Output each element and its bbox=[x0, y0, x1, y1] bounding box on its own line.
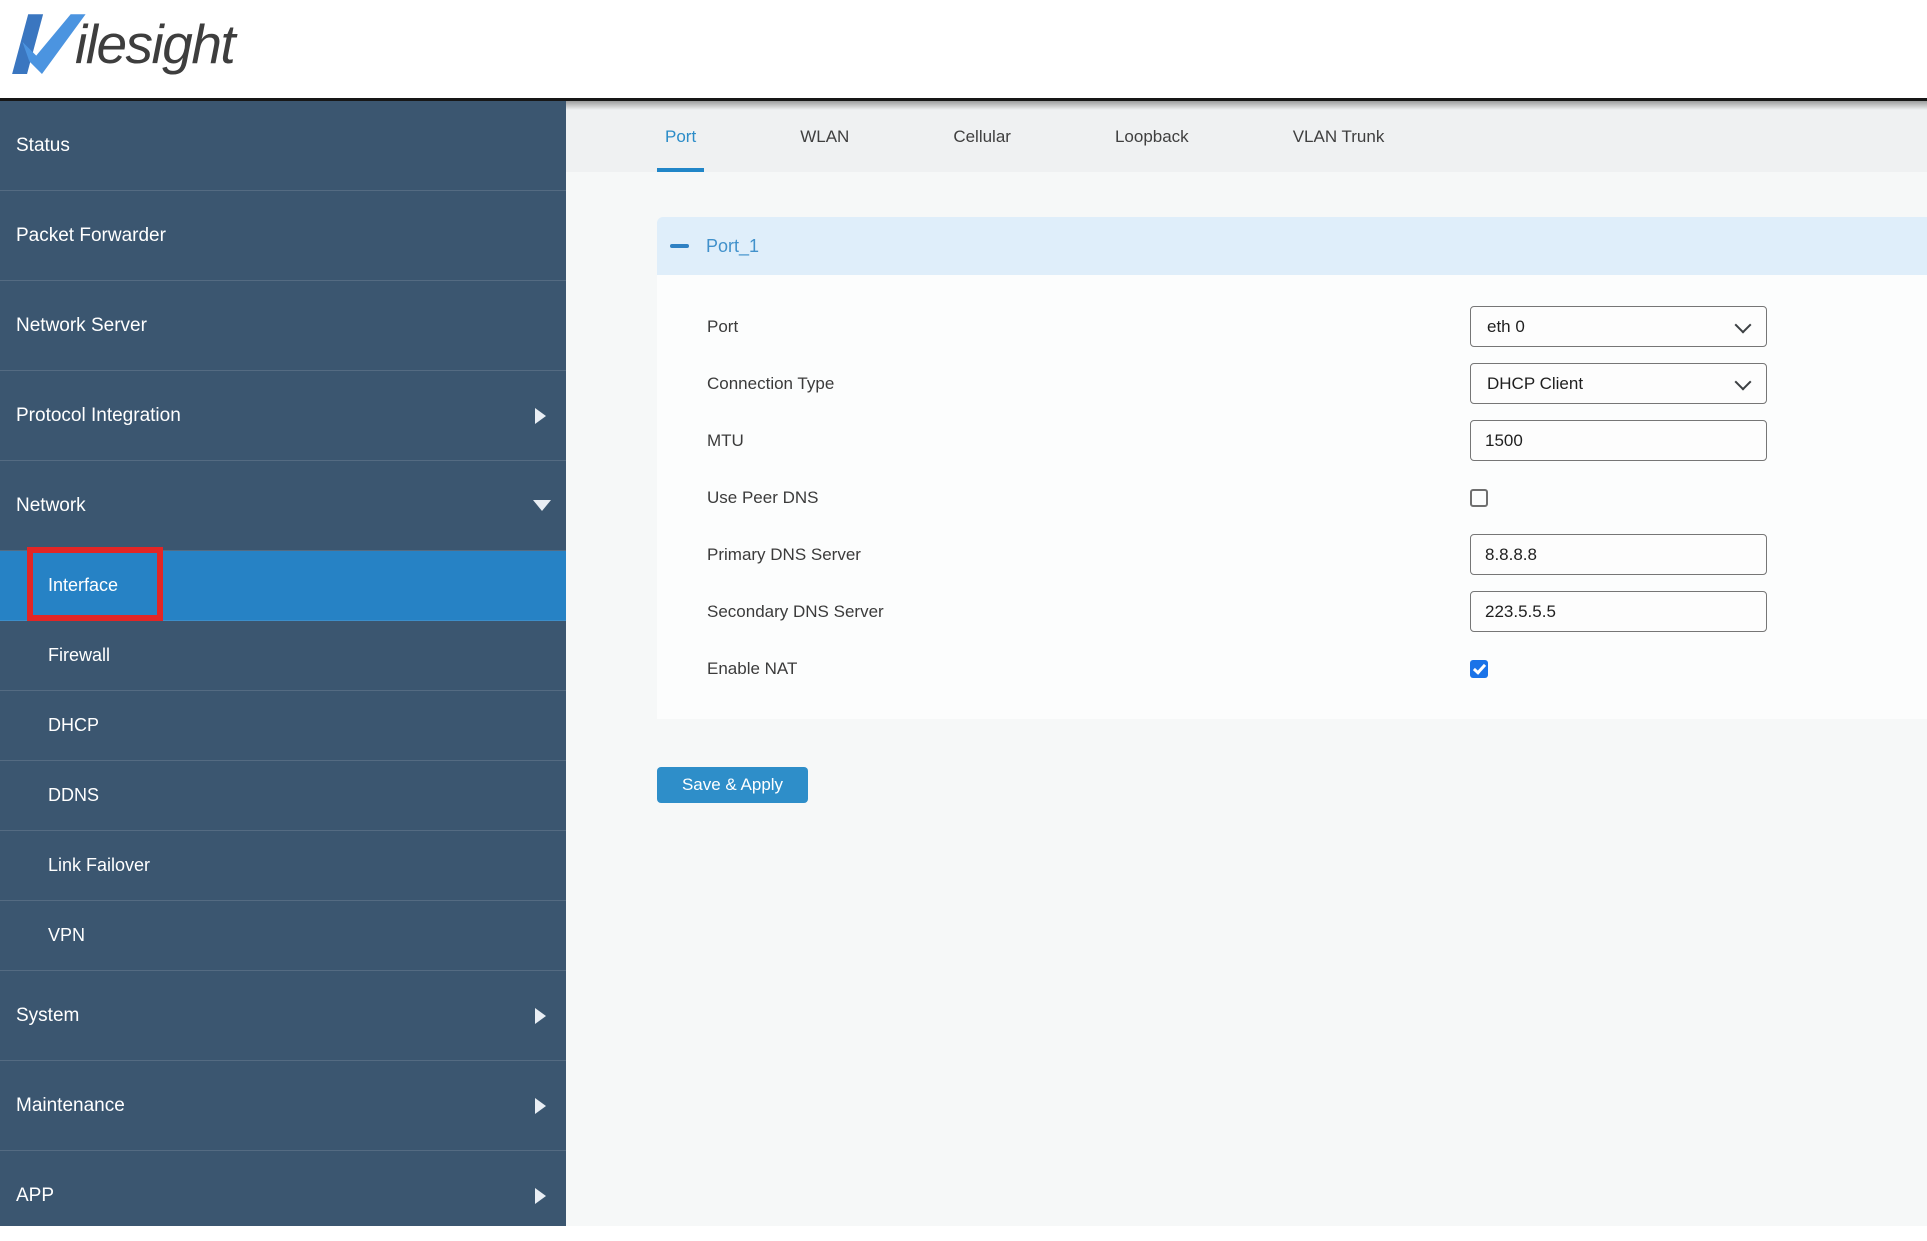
form-row-primary-dns: Primary DNS Server bbox=[657, 526, 1927, 583]
panel-title: Port_1 bbox=[706, 235, 760, 256]
sidebar-item-link-failover[interactable]: Link Failover bbox=[0, 831, 566, 901]
tab-port[interactable]: Port bbox=[639, 101, 722, 172]
sidebar-item-label: System bbox=[16, 1004, 80, 1026]
save-apply-button[interactable]: Save & Apply bbox=[657, 767, 808, 803]
enable-nat-checkbox[interactable] bbox=[1470, 659, 1488, 678]
port-select[interactable]: eth 0 bbox=[1470, 306, 1767, 347]
connection-type-select-value: DHCP Client bbox=[1487, 373, 1584, 393]
primary-dns-label: Primary DNS Server bbox=[707, 544, 861, 564]
form-row-port: Port eth 0 bbox=[657, 298, 1927, 355]
sidebar-item-label: VPN bbox=[48, 925, 86, 945]
sidebar-item-label: Interface bbox=[48, 575, 119, 595]
connection-type-select[interactable]: DHCP Client bbox=[1470, 363, 1767, 404]
tab-wlan[interactable]: WLAN bbox=[774, 101, 875, 172]
header-shadow bbox=[566, 101, 1927, 110]
sidebar-item-label: Packet Forwarder bbox=[16, 224, 166, 246]
enable-nat-label: Enable NAT bbox=[707, 658, 798, 678]
sidebar-item-label: APP bbox=[16, 1184, 55, 1206]
secondary-dns-input[interactable] bbox=[1470, 591, 1767, 632]
tab-label: Cellular bbox=[953, 126, 1011, 146]
sidebar-item-system[interactable]: System bbox=[0, 971, 566, 1061]
sidebar-item-ddns[interactable]: DDNS bbox=[0, 761, 566, 831]
interface-tabbar: Port WLAN Cellular Loopback VLAN Trunk bbox=[566, 101, 1927, 172]
tab-cellular[interactable]: Cellular bbox=[927, 101, 1037, 172]
form-row-enable-nat: Enable NAT bbox=[657, 640, 1927, 697]
chevron-right-icon bbox=[535, 1097, 546, 1114]
sidebar-item-network[interactable]: Network bbox=[0, 461, 566, 551]
port1-panel: Port_1 Port eth 0 Connection Type DHCP C… bbox=[657, 217, 1927, 719]
sidebar-nav: Status Packet Forwarder Network Server P… bbox=[0, 101, 566, 1241]
sidebar-item-maintenance[interactable]: Maintenance bbox=[0, 1061, 566, 1151]
port1-panel-body: Port eth 0 Connection Type DHCP Client M… bbox=[657, 275, 1927, 719]
page-header: ilesight bbox=[0, 0, 1927, 98]
header-divider bbox=[0, 98, 1927, 101]
sidebar-item-app[interactable]: APP bbox=[0, 1151, 566, 1241]
sidebar-item-vpn[interactable]: VPN bbox=[0, 901, 566, 971]
tab-label: Loopback bbox=[1114, 126, 1189, 146]
tab-label: Port bbox=[665, 126, 697, 146]
sidebar-item-label: Network Server bbox=[16, 314, 147, 336]
port-label: Port bbox=[707, 316, 739, 336]
form-row-use-peer-dns: Use Peer DNS bbox=[657, 469, 1927, 526]
chevron-right-icon bbox=[535, 1187, 546, 1204]
sidebar-item-label: DHCP bbox=[48, 715, 100, 735]
port-settings-main: Port_1 Port eth 0 Connection Type DHCP C… bbox=[566, 172, 1927, 1226]
collapse-minus-icon[interactable] bbox=[670, 244, 689, 248]
chevron-right-icon bbox=[535, 1007, 546, 1024]
sidebar-item-label: Status bbox=[16, 134, 70, 156]
chevron-down-icon bbox=[1734, 373, 1752, 391]
primary-dns-input[interactable] bbox=[1470, 534, 1767, 575]
chevron-down-icon bbox=[533, 500, 551, 511]
sidebar-item-label: Firewall bbox=[48, 645, 111, 665]
sidebar-item-label: Protocol Integration bbox=[16, 404, 181, 426]
port-select-value: eth 0 bbox=[1487, 316, 1525, 336]
sidebar-item-label: Link Failover bbox=[48, 855, 151, 875]
sidebar-item-label: Maintenance bbox=[16, 1094, 125, 1116]
content-area: Port WLAN Cellular Loopback VLAN Trunk P… bbox=[566, 101, 1927, 1226]
sidebar-item-label: DDNS bbox=[48, 785, 100, 805]
sidebar-item-packet-forwarder[interactable]: Packet Forwarder bbox=[0, 191, 566, 281]
sidebar-item-status[interactable]: Status bbox=[0, 101, 566, 191]
chevron-down-icon bbox=[1734, 316, 1752, 334]
mtu-input[interactable] bbox=[1470, 420, 1767, 461]
sidebar-item-label: Network bbox=[16, 494, 86, 516]
use-peer-dns-checkbox[interactable] bbox=[1470, 488, 1488, 507]
secondary-dns-label: Secondary DNS Server bbox=[707, 601, 884, 621]
tab-vlan-trunk[interactable]: VLAN Trunk bbox=[1267, 101, 1411, 172]
connection-type-label: Connection Type bbox=[707, 373, 835, 393]
tab-loopback[interactable]: Loopback bbox=[1089, 101, 1215, 172]
form-row-secondary-dns: Secondary DNS Server bbox=[657, 583, 1927, 640]
mtu-label: MTU bbox=[707, 430, 744, 450]
tab-label: VLAN Trunk bbox=[1292, 126, 1385, 146]
sidebar-item-network-server[interactable]: Network Server bbox=[0, 281, 566, 371]
sidebar-item-firewall[interactable]: Firewall bbox=[0, 621, 566, 691]
logo-text: ilesight bbox=[75, 13, 236, 75]
port1-panel-header[interactable]: Port_1 bbox=[657, 217, 1927, 275]
chevron-right-icon bbox=[535, 407, 546, 424]
milesight-logo: ilesight bbox=[12, 12, 236, 75]
tab-label: WLAN bbox=[800, 126, 850, 146]
use-peer-dns-label: Use Peer DNS bbox=[707, 487, 819, 507]
form-row-connection-type: Connection Type DHCP Client bbox=[657, 355, 1927, 412]
form-row-mtu: MTU bbox=[657, 412, 1927, 469]
sidebar-item-interface[interactable]: Interface bbox=[0, 551, 566, 621]
sidebar-item-dhcp[interactable]: DHCP bbox=[0, 691, 566, 761]
sidebar-item-protocol-integration[interactable]: Protocol Integration bbox=[0, 371, 566, 461]
